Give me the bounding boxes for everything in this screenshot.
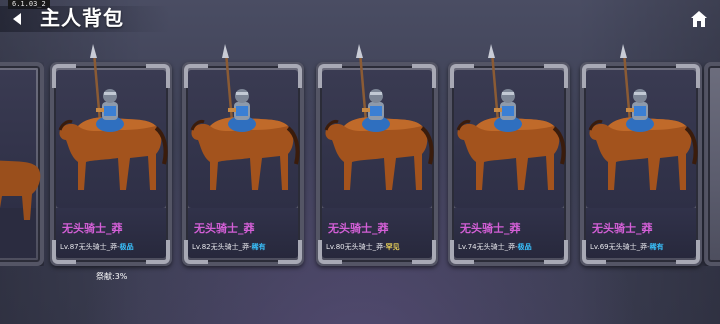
card-level: Lv.87无头骑士_莽-极品 <box>60 243 134 251</box>
card-info: 无头骑士_莽 Lv.82无头骑士_莽-稀有 <box>188 208 298 258</box>
item-card[interactable]: 无头骑士_莽 Lv.82无头骑士_莽-稀有 <box>182 44 304 266</box>
card-portrait <box>586 44 698 208</box>
card-portrait <box>322 44 434 208</box>
horseman-figure <box>190 44 300 190</box>
rarity-label: 罕见 <box>385 243 400 251</box>
card-partial-left[interactable] <box>0 62 44 266</box>
card-name: 无头骑士_莽 <box>328 222 389 235</box>
horseman-figure <box>58 44 168 190</box>
rarity-label: 稀有 <box>649 243 664 251</box>
card-name: 无头骑士_莽 <box>592 222 653 235</box>
card-level: Lv.82无头骑士_莽-稀有 <box>192 243 266 251</box>
home-button[interactable] <box>690 10 708 28</box>
card-portrait <box>56 44 168 208</box>
card-level: Lv.80无头骑士_莽-罕见 <box>326 243 400 251</box>
rarity-label: 极品 <box>119 243 134 251</box>
card-name: 无头骑士_莽 <box>460 222 521 235</box>
page-title: 主人背包 <box>40 6 124 30</box>
horseman-figure <box>456 44 566 190</box>
back-arrow-icon <box>13 13 21 25</box>
horse-rider-art <box>0 160 41 220</box>
rarity-label: 极品 <box>517 243 532 251</box>
card-level: Lv.74无头骑士_莽-极品 <box>458 243 532 251</box>
home-icon <box>691 11 707 27</box>
card-name: 无头骑士_莽 <box>194 222 255 235</box>
card-level: Lv.69无头骑士_莽-稀有 <box>590 243 664 251</box>
card-portrait <box>454 44 566 208</box>
contribution-label: 祭献:3% <box>96 272 128 281</box>
card-info: 无头骑士_莽 Lv.69无头骑士_莽-稀有 <box>586 208 696 258</box>
item-card[interactable]: 无头骑士_莽 Lv.74无头骑士_莽-极品 <box>448 44 570 266</box>
card-portrait <box>188 44 300 208</box>
item-card[interactable]: 无头骑士_莽 Lv.69无头骑士_莽-稀有 <box>580 44 702 266</box>
back-button[interactable] <box>10 11 26 27</box>
card-info: 无头骑士_莽 Lv.80无头骑士_莽-罕见 <box>322 208 432 258</box>
card-info: 无头骑士_莽 Lv.87无头骑士_莽-极品 <box>56 208 166 258</box>
card-name: 无头骑士_莽 <box>62 222 123 235</box>
card-info: 无头骑士_莽 Lv.74无头骑士_莽-极品 <box>454 208 564 258</box>
rarity-label: 稀有 <box>251 243 266 251</box>
item-card[interactable]: 无头骑士_莽 Lv.87无头骑士_莽-极品 <box>50 44 172 266</box>
horseman-figure <box>588 44 698 190</box>
horseman-figure <box>324 44 434 190</box>
item-card[interactable]: 无头骑士_莽 Lv.80无头骑士_莽-罕见 <box>316 44 438 266</box>
card-partial-right[interactable] <box>700 62 720 266</box>
